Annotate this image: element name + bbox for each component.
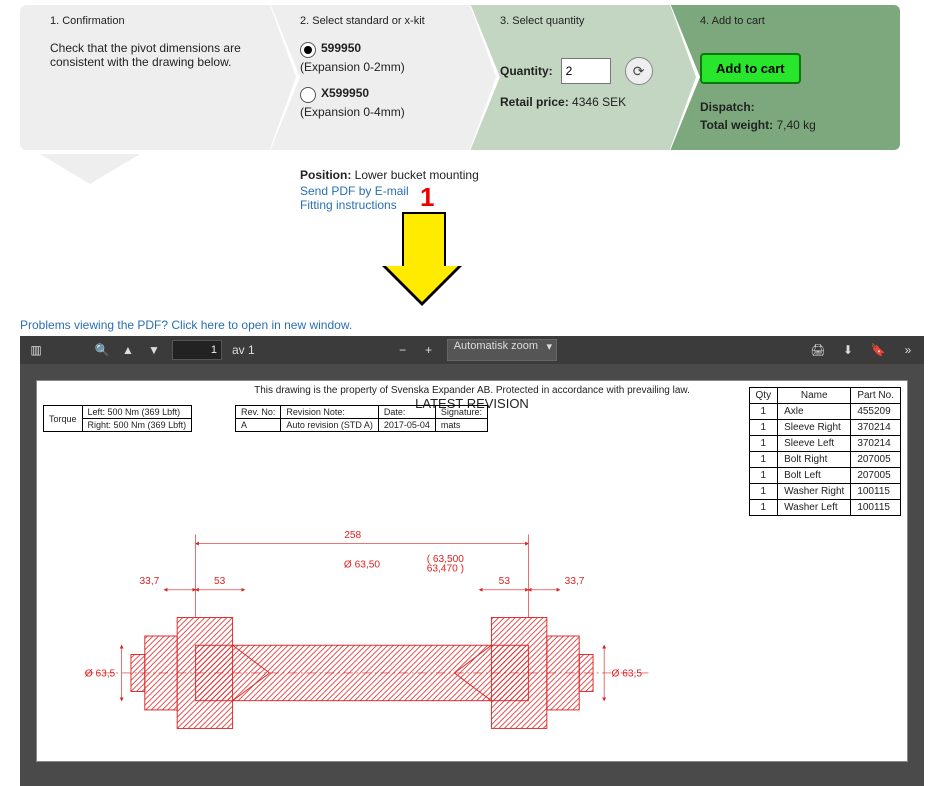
- radio-icon-checked[interactable]: [300, 42, 316, 58]
- table-row: 1Sleeve Right370214: [749, 420, 900, 436]
- svg-text:33,7: 33,7: [140, 576, 160, 587]
- search-icon[interactable]: 🔍: [94, 342, 110, 358]
- position-label: Position:: [300, 168, 351, 182]
- step4-title: 4. Add to cart: [700, 15, 886, 27]
- technical-drawing: 258 Ø 63,50 ( 63,500 63,470 ) 53 33,7 53: [57, 511, 667, 761]
- zoom-in-icon[interactable]: +: [421, 342, 437, 358]
- revision-table: Rev. No: Revision Note: Date: Signature:…: [235, 405, 488, 432]
- zoom-out-icon[interactable]: −: [395, 342, 411, 358]
- radio-xkit[interactable]: X599950: [300, 86, 456, 103]
- torque-label: Torque: [44, 406, 83, 432]
- svg-text:63,470 ): 63,470 ): [427, 563, 464, 574]
- below-steps: Position: Lower bucket mounting Send PDF…: [0, 150, 944, 212]
- step-quantity: 3. Select quantity Quantity: ⟳ Retail pr…: [470, 5, 670, 150]
- torque-table: Torque Left: 500 Nm (369 Lbft) Right: 50…: [43, 405, 192, 432]
- fitting-instructions-link[interactable]: Fitting instructions: [300, 198, 479, 212]
- info-block: Position: Lower bucket mounting Send PDF…: [300, 150, 479, 212]
- step3-title: 3. Select quantity: [500, 15, 656, 27]
- price-label: Retail price:: [500, 95, 569, 109]
- annotation-arrow-icon: [402, 212, 446, 266]
- refresh-icon[interactable]: ⟳: [625, 57, 653, 85]
- page-up-icon[interactable]: ▲: [120, 342, 136, 358]
- download-icon[interactable]: ⬇: [840, 342, 856, 358]
- step-add-to-cart: 4. Add to cart Add to cart Dispatch: Tot…: [670, 5, 900, 150]
- svg-text:258: 258: [344, 530, 361, 541]
- send-pdf-link[interactable]: Send PDF by E-mail: [300, 184, 479, 198]
- radio-standard-desc: (Expansion 0-2mm): [300, 60, 456, 74]
- page-down-icon[interactable]: ▼: [146, 342, 162, 358]
- step1-text: Check that the pivot dimensions are cons…: [50, 41, 256, 69]
- svg-text:53: 53: [499, 576, 511, 587]
- radio-icon-unchecked[interactable]: [300, 87, 316, 103]
- parts-table: Qty Name Part No. 1Axle455209 1Sleeve Ri…: [749, 387, 901, 516]
- radio-standard[interactable]: 599950: [300, 41, 456, 58]
- svg-text:33,7: 33,7: [565, 576, 585, 587]
- pdf-toolbar: ▥ 🔍 ▲ ▼ av 1 − + Automatisk zoom ▾ 🖨 ⬇ 🔖…: [20, 336, 924, 364]
- table-row: 1Washer Right100115: [749, 484, 900, 500]
- table-row: 1Bolt Right207005: [749, 452, 900, 468]
- radio-xkit-desc: (Expansion 0-4mm): [300, 105, 456, 119]
- torque-right: Right: 500 Nm (369 Lbft): [82, 419, 192, 432]
- weight-value: 7,40 kg: [776, 118, 815, 132]
- position-value: Lower bucket mounting: [355, 168, 479, 182]
- svg-text:53: 53: [214, 576, 226, 587]
- step-select-kit: 2. Select standard or x-kit 599950 (Expa…: [270, 5, 470, 150]
- annotation-overlay: 1: [0, 212, 944, 312]
- pdf-viewer: ▥ 🔍 ▲ ▼ av 1 − + Automatisk zoom ▾ 🖨 ⬇ 🔖…: [20, 336, 924, 786]
- step2-title: 2. Select standard or x-kit: [300, 15, 456, 27]
- add-to-cart-button[interactable]: Add to cart: [700, 53, 801, 84]
- quantity-label: Quantity:: [500, 64, 553, 78]
- drawing-svg: 258 Ø 63,50 ( 63,500 63,470 ) 53 33,7 53: [57, 511, 667, 761]
- problems-viewing-pdf-link[interactable]: Problems viewing the PDF? Click here to …: [20, 318, 944, 332]
- bookmark-icon[interactable]: 🔖: [870, 342, 886, 358]
- torque-left: Left: 500 Nm (369 Lbft): [82, 406, 192, 419]
- svg-text:Ø 63,5: Ø 63,5: [612, 669, 643, 680]
- page-total-label: av 1: [232, 343, 255, 357]
- step-confirmation: 1. Confirmation Check that the pivot dim…: [20, 5, 270, 150]
- print-icon[interactable]: 🖨: [810, 342, 826, 358]
- page-number-input[interactable]: [172, 340, 222, 360]
- table-row: 1Washer Left100115: [749, 500, 900, 516]
- weight-label: Total weight:: [700, 118, 773, 132]
- steps-row: 1. Confirmation Check that the pivot dim…: [0, 0, 944, 150]
- chevron-down-icon: ▾: [547, 340, 553, 353]
- table-row: 1Axle455209: [749, 404, 900, 420]
- step1-pointer-triangle: [40, 154, 140, 184]
- price-value: 4346 SEK: [572, 95, 626, 109]
- sidebar-toggle-icon[interactable]: ▥: [28, 342, 44, 358]
- radio-standard-code: 599950: [321, 41, 361, 55]
- radio-xkit-code: X599950: [321, 86, 369, 100]
- pdf-page-area[interactable]: This drawing is the property of Svenska …: [20, 364, 924, 786]
- svg-text:Ø 63,50: Ø 63,50: [344, 560, 380, 571]
- quantity-input[interactable]: [561, 58, 611, 84]
- step1-title: 1. Confirmation: [50, 15, 256, 27]
- more-tools-icon[interactable]: »: [900, 342, 916, 358]
- table-row: 1Sleeve Left370214: [749, 436, 900, 452]
- zoom-select[interactable]: Automatisk zoom ▾: [447, 339, 557, 361]
- annotation-number: 1: [420, 182, 434, 213]
- svg-text:Ø 63,5: Ø 63,5: [85, 669, 116, 680]
- dispatch-label: Dispatch:: [700, 100, 886, 114]
- pdf-page: This drawing is the property of Svenska …: [36, 380, 908, 762]
- table-row: 1Bolt Left207005: [749, 468, 900, 484]
